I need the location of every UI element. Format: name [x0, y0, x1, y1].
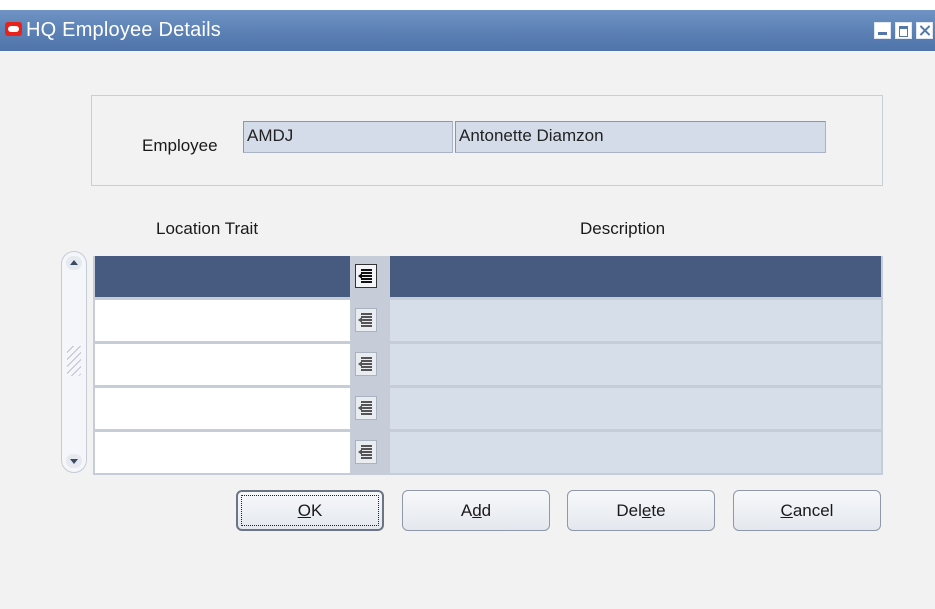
description-cell [390, 344, 881, 385]
table-row[interactable] [93, 300, 883, 342]
description-cell [390, 256, 881, 297]
employee-label: Employee [142, 136, 218, 155]
employee-name-field: Antonette Diamzon [455, 121, 826, 153]
maximize-icon[interactable] [895, 22, 912, 39]
table-row[interactable] [93, 344, 883, 386]
location-trait-cell[interactable] [95, 344, 350, 385]
list-of-values-icon[interactable] [355, 264, 377, 288]
location-trait-cell[interactable] [95, 388, 350, 429]
description-cell [390, 388, 881, 429]
scroll-grip[interactable] [67, 346, 81, 376]
list-of-values-icon[interactable] [355, 352, 377, 376]
window-title: HQ Employee Details [26, 19, 221, 41]
location-trait-cell[interactable] [95, 256, 350, 297]
location-trait-table [93, 256, 883, 475]
description-cell [390, 300, 881, 341]
oracle-logo-icon [5, 22, 22, 36]
location-trait-cell[interactable] [95, 432, 350, 473]
minimize-icon[interactable] [874, 22, 891, 39]
close-icon[interactable] [916, 22, 933, 39]
vertical-scrollbar[interactable] [61, 251, 87, 473]
table-row[interactable] [93, 256, 883, 298]
table-row[interactable] [93, 388, 883, 430]
add-button[interactable]: Add [402, 490, 550, 531]
scroll-up-icon[interactable] [66, 256, 82, 270]
scroll-down-icon[interactable] [66, 454, 82, 468]
description-cell [390, 432, 881, 473]
list-of-values-icon[interactable] [355, 440, 377, 464]
column-header-description: Description [580, 219, 666, 238]
ok-button[interactable]: OK [236, 490, 384, 531]
employee-id-field[interactable]: AMDJ [243, 121, 453, 153]
cancel-button[interactable]: Cancel [733, 490, 881, 531]
delete-button[interactable]: Delete [567, 490, 715, 531]
location-trait-cell[interactable] [95, 300, 350, 341]
column-header-location-trait: Location Trait [156, 219, 259, 238]
list-of-values-icon[interactable] [355, 308, 377, 332]
title-bar[interactable]: HQ Employee Details [0, 10, 935, 51]
table-row[interactable] [93, 432, 883, 474]
hq-employee-details-window: HQ Employee Details Employee AMDJ Antone… [0, 10, 935, 609]
list-of-values-icon[interactable] [355, 396, 377, 420]
